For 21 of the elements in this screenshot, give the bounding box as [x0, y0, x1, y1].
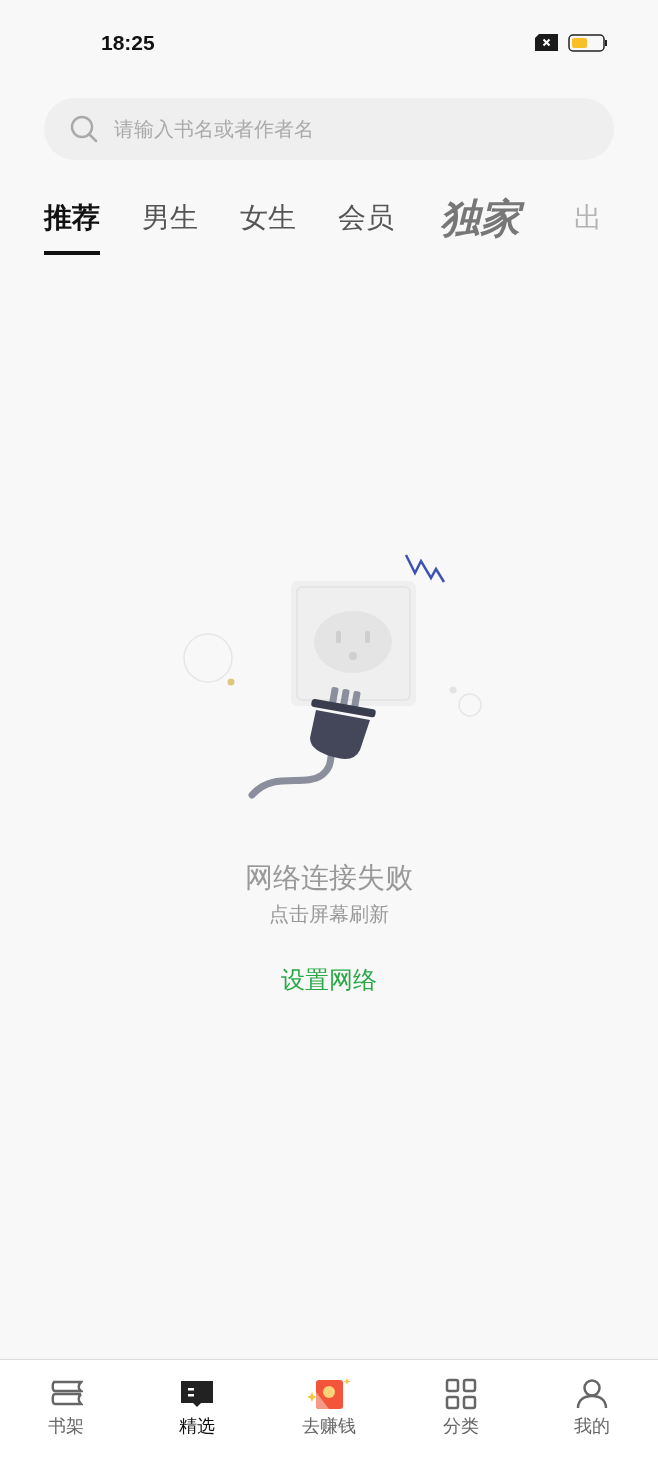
tab[interactable]: 独家	[436, 190, 532, 258]
tab[interactable]: 女生	[240, 193, 296, 255]
status-time: 18:25	[101, 30, 155, 55]
tab[interactable]: 推荐	[44, 193, 100, 255]
tab[interactable]: 男生	[142, 193, 198, 255]
nav-tab[interactable]: 我的	[526, 1360, 658, 1462]
nav-tab[interactable]: 分类	[394, 1360, 527, 1462]
nav-tab[interactable]: 书架	[0, 1360, 132, 1462]
envelope-icon	[307, 1378, 351, 1410]
grid-icon	[444, 1378, 477, 1410]
nav-tab[interactable]: 精选	[131, 1360, 264, 1462]
search-icon	[70, 115, 98, 143]
error-title: 网络连接失败	[245, 860, 413, 896]
tab[interactable]: 会员	[338, 193, 394, 255]
open-book-icon	[180, 1378, 215, 1410]
search-field[interactable]: 请输入书名或者作者名	[44, 98, 614, 160]
battery-icon	[568, 33, 608, 52]
nav-tab[interactable]: 去赚钱	[263, 1360, 395, 1462]
refresh-hint: 点击屏幕刷新	[269, 901, 389, 928]
no-sim-icon	[535, 34, 558, 51]
person-icon	[576, 1378, 609, 1410]
